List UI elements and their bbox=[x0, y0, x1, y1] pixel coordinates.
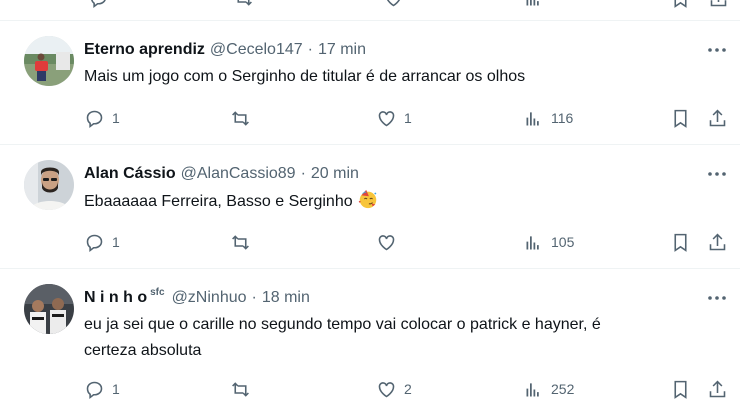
views-count: 105 bbox=[551, 234, 575, 250]
user-handle[interactable]: @Cecelo147 bbox=[210, 41, 303, 59]
views-button[interactable]: 116 bbox=[523, 106, 573, 130]
bookmark-icon bbox=[674, 233, 687, 252]
like-icon bbox=[378, 110, 395, 126]
views-icon[interactable] bbox=[523, 0, 544, 9]
share-button[interactable] bbox=[707, 377, 728, 401]
more-icon[interactable] bbox=[706, 289, 728, 307]
retweet-icon bbox=[232, 234, 249, 250]
reply-count: 1 bbox=[112, 381, 120, 397]
tweet-actions: 1 105 bbox=[84, 230, 740, 254]
share-icon bbox=[709, 109, 726, 126]
like-icon bbox=[378, 381, 395, 397]
avatar[interactable] bbox=[24, 284, 74, 334]
tweet[interactable]: Eterno aprendiz @Cecelo147 · 17 min Mais… bbox=[0, 21, 740, 144]
tweet-header: N i n h o sfc @zNinhuo · 18 min bbox=[84, 287, 310, 309]
views-icon bbox=[526, 235, 539, 249]
like-count: 1 bbox=[404, 110, 412, 126]
reply-icon bbox=[86, 110, 103, 128]
previous-tweet-actions bbox=[0, 0, 740, 22]
reply-icon[interactable] bbox=[88, 0, 109, 9]
share-button[interactable] bbox=[707, 230, 728, 254]
tweet-text-line: eu ja sei que o carille no segundo tempo… bbox=[84, 316, 601, 333]
views-icon bbox=[526, 382, 539, 396]
retweet-icon bbox=[232, 381, 249, 397]
tweet-text-content: Ebaaaaaa Ferreira, Basso e Serginho bbox=[84, 193, 353, 210]
tweet[interactable]: N i n h o sfc @zNinhuo · 18 min eu ja se… bbox=[0, 269, 740, 416]
share-button[interactable] bbox=[707, 106, 728, 130]
tweet-text: eu ja sei que o carille no segundo tempo… bbox=[84, 312, 704, 364]
like-button[interactable]: 2 bbox=[376, 377, 412, 401]
views-count: 116 bbox=[551, 110, 574, 126]
more-icon[interactable] bbox=[706, 165, 728, 183]
share-icon bbox=[709, 380, 726, 397]
timestamp[interactable]: 18 min bbox=[262, 289, 310, 307]
tweet-actions: 1 2 252 bbox=[84, 377, 740, 401]
like-count: 2 bbox=[404, 381, 412, 397]
timestamp[interactable]: 17 min bbox=[318, 41, 366, 59]
retweet-icon[interactable] bbox=[233, 0, 254, 9]
separator: · bbox=[307, 41, 313, 58]
avatar[interactable] bbox=[24, 36, 74, 86]
reply-icon bbox=[86, 381, 103, 399]
reply-count: 1 bbox=[112, 234, 120, 250]
user-handle[interactable]: @zNinhuo bbox=[172, 289, 247, 307]
separator: · bbox=[300, 165, 306, 182]
views-button[interactable]: 105 bbox=[523, 230, 574, 254]
timestamp[interactable]: 20 min bbox=[311, 165, 359, 183]
display-name[interactable]: N i n h o bbox=[84, 289, 147, 307]
share-icon bbox=[709, 233, 726, 250]
like-button[interactable]: 1 bbox=[376, 106, 412, 130]
display-name[interactable]: Alan Cássio bbox=[84, 165, 176, 183]
like-button[interactable] bbox=[376, 230, 404, 254]
tweet[interactable]: Alan Cássio @AlanCassio89 · 20 min Ebaaa… bbox=[0, 145, 740, 268]
retweet-button[interactable] bbox=[230, 230, 258, 254]
like-icon[interactable] bbox=[383, 0, 404, 9]
party-face-emoji bbox=[358, 189, 376, 209]
tweet-text: Ebaaaaaa Ferreira, Basso e Serginho bbox=[84, 188, 704, 215]
share-icon[interactable] bbox=[708, 0, 729, 9]
bookmark-icon bbox=[674, 109, 687, 128]
tweet-actions: 1 1 116 bbox=[84, 106, 740, 130]
tweet-text-line: certeza absoluta bbox=[84, 342, 202, 359]
bookmark-button[interactable] bbox=[670, 377, 691, 401]
bookmark-icon[interactable] bbox=[670, 0, 691, 9]
bookmark-button[interactable] bbox=[670, 106, 691, 130]
retweet-button[interactable] bbox=[230, 106, 258, 130]
tweet-text: Mais um jogo com o Serginho de titular é… bbox=[84, 68, 526, 85]
reply-button[interactable]: 1 bbox=[84, 106, 120, 130]
display-name[interactable]: Eterno aprendiz bbox=[84, 41, 205, 59]
reply-count: 1 bbox=[112, 110, 120, 126]
retweet-button[interactable] bbox=[230, 377, 258, 401]
bookmark-button[interactable] bbox=[670, 230, 691, 254]
views-icon bbox=[526, 111, 539, 125]
bookmark-icon bbox=[674, 380, 687, 399]
reply-button[interactable]: 1 bbox=[84, 230, 120, 254]
avatar[interactable] bbox=[24, 160, 74, 210]
retweet-icon bbox=[232, 110, 249, 126]
like-icon bbox=[378, 234, 395, 250]
views-count: 252 bbox=[551, 381, 575, 397]
name-superscript: sfc bbox=[150, 286, 165, 298]
more-icon[interactable] bbox=[706, 41, 728, 59]
tweet-header: Alan Cássio @AlanCassio89 · 20 min bbox=[84, 163, 359, 185]
views-button[interactable]: 252 bbox=[523, 377, 574, 401]
user-handle[interactable]: @AlanCassio89 bbox=[181, 165, 296, 183]
separator: · bbox=[251, 289, 257, 306]
reply-icon bbox=[86, 234, 103, 252]
reply-button[interactable]: 1 bbox=[84, 377, 120, 401]
tweet-header: Eterno aprendiz @Cecelo147 · 17 min bbox=[84, 39, 366, 61]
